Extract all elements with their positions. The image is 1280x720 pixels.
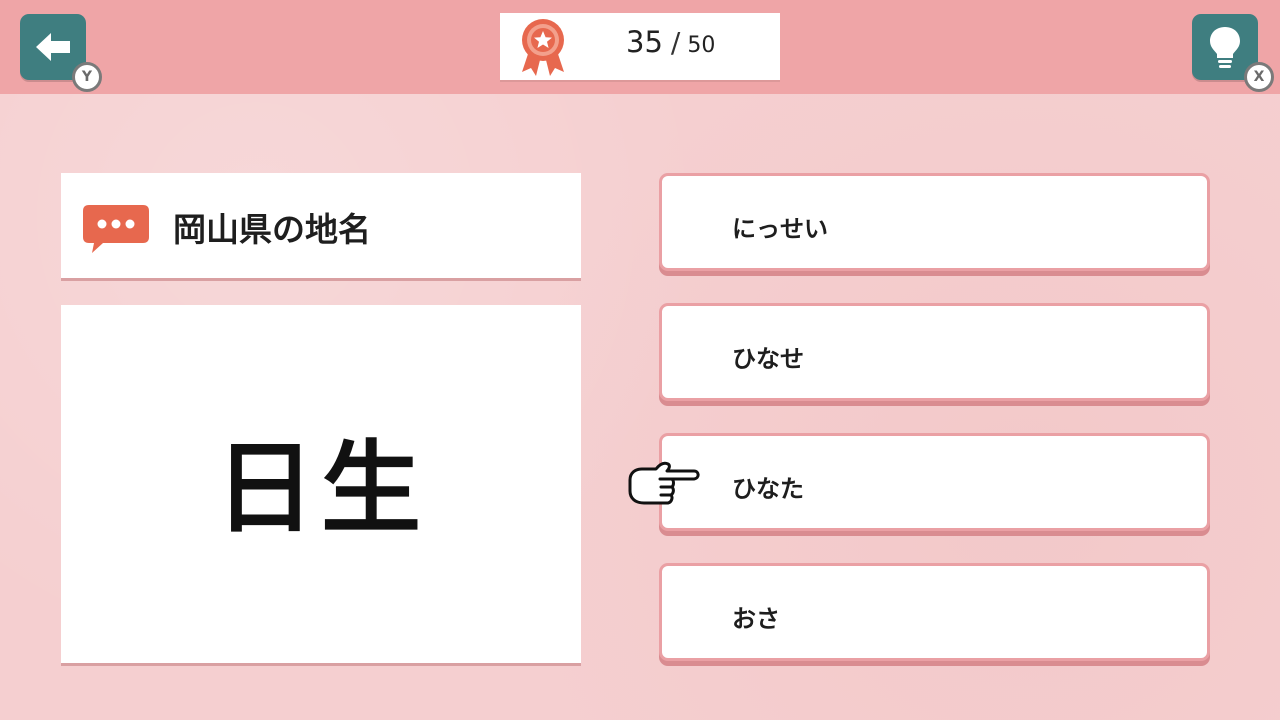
- answer-label: ひなた: [732, 475, 804, 503]
- pointing-hand-icon: [628, 461, 700, 505]
- answer-option-2[interactable]: ひなせ: [659, 303, 1210, 401]
- hint-button[interactable]: X: [1192, 14, 1274, 92]
- back-button[interactable]: Y: [20, 14, 102, 92]
- arrow-left-icon: [36, 33, 70, 61]
- score-counter: 35 / 50: [626, 25, 715, 65]
- y-key-badge: Y: [72, 62, 102, 92]
- answer-label: ひなせ: [732, 345, 804, 373]
- answer-label: おさ: [732, 605, 780, 633]
- score-total: 50: [687, 33, 716, 58]
- x-key-badge: X: [1244, 62, 1274, 92]
- category-title: 岡山県の地名: [173, 210, 371, 249]
- speech-bubble-icon: [83, 205, 149, 253]
- answer-option-4[interactable]: おさ: [659, 563, 1210, 661]
- lightbulb-icon: [1210, 27, 1240, 68]
- score-panel: 35 / 50: [500, 13, 780, 80]
- score-current: 35: [626, 25, 663, 59]
- answer-option-3[interactable]: ひなた: [659, 433, 1210, 531]
- medal-icon: [522, 19, 564, 76]
- question-card: 日生: [61, 305, 581, 666]
- answer-option-1[interactable]: にっせい: [659, 173, 1210, 271]
- score-separator: /: [670, 26, 681, 59]
- answer-label: にっせい: [732, 215, 828, 243]
- question-kanji: 日生: [215, 428, 427, 547]
- category-card: 岡山県の地名: [61, 173, 581, 281]
